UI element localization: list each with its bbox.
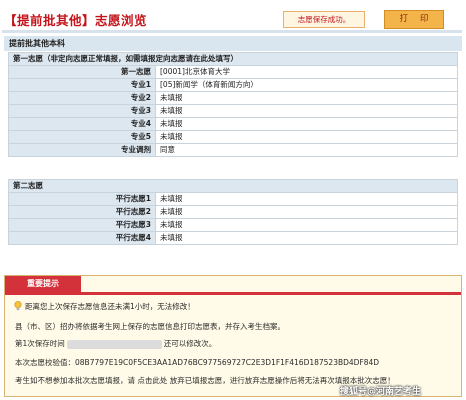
row-value: 未填报	[155, 192, 458, 206]
row-value: 未填报	[155, 231, 458, 245]
batch-section-title: 提前批其他本科	[4, 36, 462, 51]
table-row: 专业调剂 同意	[8, 143, 458, 157]
table-row: 专业1 [05]新闻学（体育新闻方向）	[8, 78, 458, 92]
page-header: 【提前批其他】志愿浏览 志愿保存成功。 打印	[0, 0, 466, 34]
page-title: 【提前批其他】志愿浏览	[4, 13, 148, 28]
row-value: [0001]北京体育大学	[155, 65, 458, 79]
table-row: 专业5 未填报	[8, 130, 458, 144]
watermark: 搜狐号@河南艺考生	[340, 387, 422, 397]
row-value: 未填报	[155, 104, 458, 118]
first-choice-table: 第一志愿（非定向志愿正常填报，如需填报定向志愿请在此处填写） 第一志愿 [000…	[8, 52, 458, 157]
notice-title-bar	[5, 292, 461, 295]
row-value: 未填报	[155, 205, 458, 219]
row-value: 未填报	[155, 117, 458, 131]
row-label: 平行志愿3	[8, 218, 156, 232]
remaining-edits-text: 还可以修改次。	[163, 339, 217, 348]
second-choice-table: 第二志愿 平行志愿1 未填报 平行志愿2 未填报 平行志愿3 未填报 平行志愿4…	[8, 179, 458, 245]
row-value: 未填报	[155, 218, 458, 232]
table-row: 专业3 未填报	[8, 104, 458, 118]
row-label: 专业调剂	[8, 143, 156, 157]
redacted-time	[66, 339, 162, 349]
row-label: 平行志愿4	[8, 231, 156, 245]
table-row: 平行志愿4 未填报	[8, 231, 458, 245]
row-label: 专业5	[8, 130, 156, 144]
notice-line-time-limit: 距离您上次保存志愿信息还未满1小时，无法修改！	[25, 302, 195, 311]
second-choice-caption: 第二志愿	[8, 179, 458, 193]
print-button[interactable]: 打印	[384, 10, 444, 29]
table-row: 平行志愿2 未填报	[8, 205, 458, 219]
row-label: 专业3	[8, 104, 156, 118]
row-label: 专业2	[8, 91, 156, 105]
table-row: 平行志愿1 未填报	[8, 192, 458, 206]
table-row: 第一志愿 [0001]北京体育大学	[8, 65, 458, 79]
row-value: 未填报	[155, 91, 458, 105]
notice-line-archive: 县（市、区）招办将依据考生网上保存的志愿信息打印志愿表，并存入考生档案。	[15, 322, 285, 331]
save-time-label: 第1次保存时间	[15, 339, 65, 348]
row-label: 平行志愿1	[8, 192, 156, 206]
save-status-message: 志愿保存成功。	[283, 11, 365, 28]
first-choice-caption: 第一志愿（非定向志愿正常填报，如需填报定向志愿请在此处填写）	[8, 52, 458, 66]
table-row: 平行志愿3 未填报	[8, 218, 458, 232]
important-notice-panel: 重要提示 距离您上次保存志愿信息还未满1小时，无法修改！ 县（市、区）招办将依据…	[4, 275, 462, 397]
notice-line-abandon[interactable]: 考生如不想参加本批次志愿填报，请 点击此处 放弃已填报志愿，进行放弃志愿操作后将…	[15, 375, 395, 386]
table-row: 专业2 未填报	[8, 91, 458, 105]
lightbulb-icon	[14, 301, 22, 311]
row-label: 第一志愿	[8, 65, 156, 79]
row-label: 平行志愿2	[8, 205, 156, 219]
notice-line-checksum: 本次志愿校验值：08B7797E19C0F5CE3AA1AD76BC977569…	[15, 358, 380, 367]
row-value: 未填报	[155, 130, 458, 144]
notice-title: 重要提示	[5, 276, 81, 292]
notice-line-save-time: 第1次保存时间 还可以修改次。	[15, 338, 216, 349]
row-label: 专业4	[8, 117, 156, 131]
header-divider	[2, 30, 462, 33]
row-label: 专业1	[8, 78, 156, 92]
table-row: 专业4 未填报	[8, 117, 458, 131]
row-value: 同意	[155, 143, 458, 157]
row-value: [05]新闻学（体育新闻方向）	[155, 78, 458, 92]
